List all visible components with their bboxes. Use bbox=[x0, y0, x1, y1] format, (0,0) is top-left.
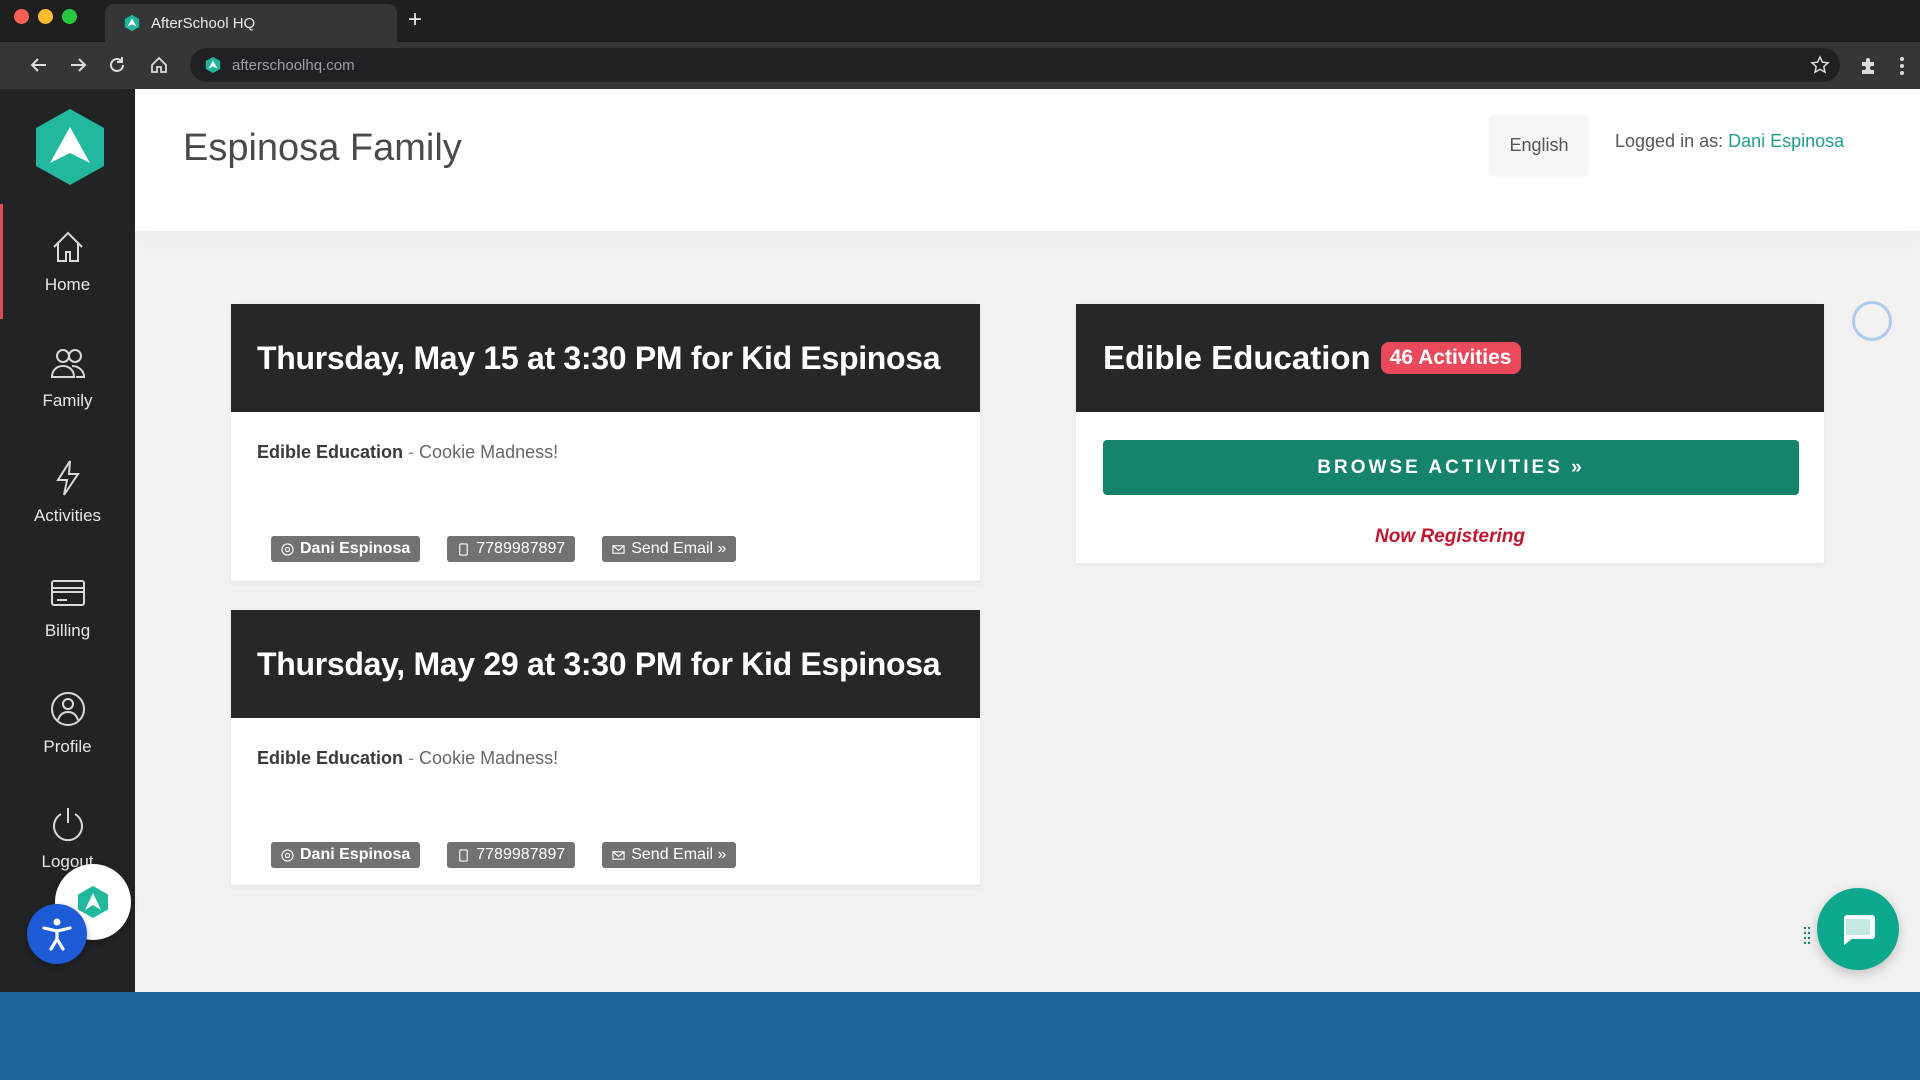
provider-card: Edible Education 46 Activities BROWSE AC… bbox=[1076, 304, 1824, 563]
user-name-link[interactable]: Dani Espinosa bbox=[1728, 131, 1844, 151]
afterschool-logo[interactable] bbox=[34, 107, 106, 187]
tab-title: AfterSchool HQ bbox=[151, 14, 256, 32]
url-text: afterschoolhq.com bbox=[232, 56, 355, 74]
phone-number: 7789987897 bbox=[476, 846, 566, 863]
send-email-label: Send Email » bbox=[631, 846, 727, 863]
arrow-left-icon bbox=[30, 58, 46, 72]
power-icon bbox=[52, 808, 83, 842]
sidebar-item-label: Family bbox=[42, 391, 93, 410]
extensions-puzzle-icon[interactable] bbox=[1858, 55, 1880, 77]
contact-name: Dani Espinosa bbox=[300, 846, 411, 863]
session-card-header: Thursday, May 15 at 3:30 PM for Kid Espi… bbox=[231, 304, 980, 412]
separator: - bbox=[408, 442, 415, 462]
maximize-window-button[interactable] bbox=[62, 9, 77, 24]
registration-status: Now Registering bbox=[1375, 526, 1525, 547]
program-name: Edible Education bbox=[257, 748, 404, 768]
browser-tab-bar: AfterSchool HQ + bbox=[0, 0, 1920, 42]
afterschool-favicon-icon bbox=[124, 14, 140, 32]
accessibility-button[interactable] bbox=[27, 904, 87, 964]
family-icon bbox=[50, 349, 85, 378]
sidebar-item-profile[interactable]: Profile bbox=[0, 689, 135, 789]
page-title: Espinosa Family bbox=[183, 127, 462, 169]
app-viewport: Home Family Activities Billing Profile L… bbox=[0, 89, 1920, 992]
bottom-band bbox=[0, 992, 1920, 1080]
lightning-icon bbox=[55, 460, 80, 496]
sidebar-item-activities[interactable]: Activities bbox=[0, 458, 135, 558]
session-title: Thursday, May 15 at 3:30 PM for Kid Espi… bbox=[257, 339, 941, 376]
drag-handle-icon[interactable] bbox=[1803, 926, 1811, 944]
chat-widget-button[interactable] bbox=[1817, 888, 1899, 970]
envelope-icon bbox=[612, 850, 625, 860]
activities-count-badge: 46 Activities bbox=[1380, 342, 1521, 374]
browser-tab[interactable]: AfterSchool HQ bbox=[105, 4, 397, 42]
reload-icon bbox=[110, 57, 124, 72]
chat-bubble-icon bbox=[1844, 915, 1875, 945]
address-bar[interactable]: afterschoolhq.com bbox=[190, 48, 1840, 82]
sidebar-item-billing[interactable]: Billing bbox=[0, 573, 135, 673]
accessibility-icon bbox=[42, 918, 72, 951]
home-icon bbox=[52, 231, 83, 262]
profile-icon bbox=[50, 692, 85, 726]
session-title: Thursday, May 29 at 3:30 PM for Kid Espi… bbox=[257, 645, 941, 682]
phone-number: 7789987897 bbox=[476, 540, 566, 557]
logged-in-label: Logged in as: bbox=[1615, 131, 1724, 151]
site-favicon-icon bbox=[205, 56, 221, 74]
afterschool-mini-logo-icon bbox=[78, 886, 108, 918]
session-card: Thursday, May 15 at 3:30 PM for Kid Espi… bbox=[231, 304, 980, 581]
sidebar-item-family[interactable]: Family bbox=[0, 343, 135, 443]
phone-icon bbox=[459, 848, 469, 862]
sidebar-item-label: Activities bbox=[33, 506, 102, 525]
contact-chips: Dani Espinosa 7789987897 Send Email » bbox=[271, 536, 737, 562]
sidebar: Home Family Activities Billing Profile L… bbox=[0, 89, 135, 992]
browser-menu-icon[interactable] bbox=[1894, 54, 1910, 78]
sidebar-item-label: Profile bbox=[43, 737, 92, 756]
sidebar-item-home[interactable]: Home bbox=[0, 227, 135, 327]
phone-chip[interactable]: 7789987897 bbox=[447, 842, 576, 868]
contact-name-chip: Dani Espinosa bbox=[271, 842, 421, 868]
envelope-icon bbox=[612, 544, 625, 554]
browser-home-icon bbox=[151, 56, 167, 73]
at-icon bbox=[281, 542, 294, 556]
contact-chips: Dani Espinosa 7789987897 Send Email » bbox=[271, 842, 737, 868]
page-header: Espinosa Family English Logged in as: Da… bbox=[135, 89, 1920, 231]
session-card-header: Thursday, May 29 at 3:30 PM for Kid Espi… bbox=[231, 610, 980, 718]
provider-card-header: Edible Education 46 Activities bbox=[1076, 304, 1824, 412]
activity-name: Cookie Madness! bbox=[419, 442, 559, 462]
contact-name: Dani Espinosa bbox=[300, 540, 411, 557]
send-email-button[interactable]: Send Email » bbox=[602, 842, 737, 868]
home-button[interactable] bbox=[146, 52, 172, 78]
main-content: Espinosa Family English Logged in as: Da… bbox=[135, 89, 1920, 992]
loading-spinner-icon bbox=[1852, 301, 1892, 341]
logged-in-status: Logged in as: Dani Espinosa bbox=[1615, 131, 1844, 152]
provider-name: Edible Education bbox=[1103, 339, 1371, 376]
close-window-button[interactable] bbox=[14, 9, 29, 24]
billing-icon bbox=[50, 580, 85, 606]
at-icon bbox=[281, 848, 294, 862]
session-card: Thursday, May 29 at 3:30 PM for Kid Espi… bbox=[231, 610, 980, 885]
back-button[interactable] bbox=[26, 52, 52, 78]
separator: - bbox=[408, 748, 415, 768]
phone-icon bbox=[459, 542, 469, 556]
send-email-label: Send Email » bbox=[631, 540, 727, 557]
sidebar-item-label: Home bbox=[44, 275, 91, 294]
session-details: Edible Education - Cookie Madness! bbox=[257, 748, 558, 769]
program-name: Edible Education bbox=[257, 442, 404, 462]
reload-button[interactable] bbox=[104, 52, 130, 78]
new-tab-button[interactable]: + bbox=[408, 6, 422, 34]
forward-button[interactable] bbox=[65, 52, 91, 78]
browse-activities-button[interactable]: BROWSE ACTIVITIES » bbox=[1103, 440, 1799, 495]
bookmark-star-icon[interactable] bbox=[1810, 55, 1830, 75]
sidebar-item-label: Billing bbox=[44, 621, 91, 640]
language-selector[interactable]: English bbox=[1490, 115, 1588, 175]
arrow-right-icon bbox=[71, 58, 87, 72]
browser-toolbar: afterschoolhq.com bbox=[0, 42, 1920, 89]
session-details: Edible Education - Cookie Madness! bbox=[257, 442, 558, 463]
phone-chip[interactable]: 7789987897 bbox=[447, 536, 576, 562]
minimize-window-button[interactable] bbox=[38, 9, 53, 24]
send-email-button[interactable]: Send Email » bbox=[602, 536, 737, 562]
contact-name-chip: Dani Espinosa bbox=[271, 536, 421, 562]
activity-name: Cookie Madness! bbox=[419, 748, 559, 768]
